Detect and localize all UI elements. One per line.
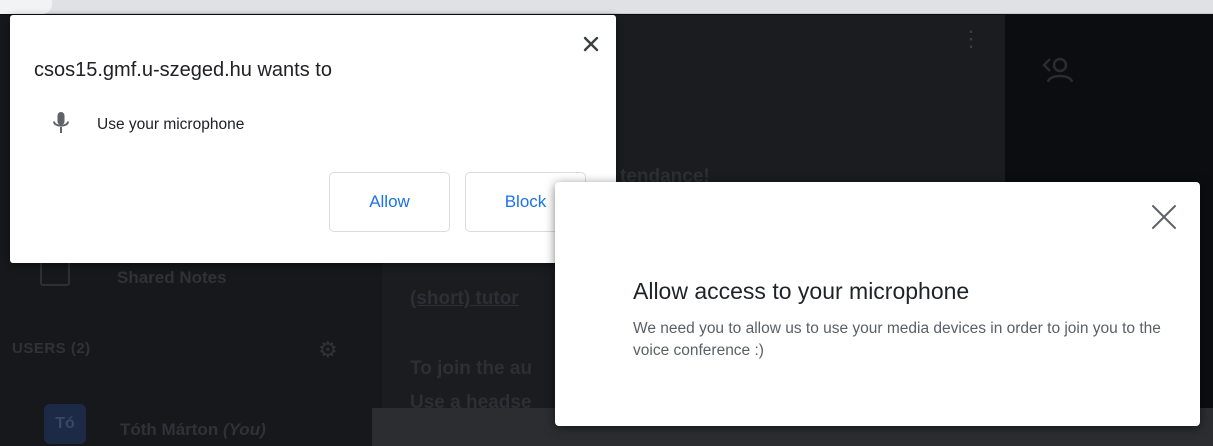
microphone-icon: [53, 112, 69, 133]
shared-notes-label[interactable]: Shared Notes: [117, 268, 227, 288]
permission-prompt: csos15.gmf.u-szeged.hu wants to Use your…: [10, 15, 616, 263]
user-avatar[interactable]: Tó: [44, 404, 86, 444]
microphone-access-modal: Allow access to your microphone We need …: [555, 182, 1200, 426]
welcome-message-fragment-3: To join the au: [410, 358, 533, 379]
close-icon[interactable]: [1149, 202, 1179, 232]
permission-origin-text: csos15.gmf.u-szeged.hu wants to: [34, 59, 332, 81]
modal-title: Allow access to your microphone: [633, 278, 970, 304]
welcome-message-fragment-2: (short) tutor: [410, 288, 519, 310]
more-options-icon[interactable]: ⋮: [960, 26, 982, 52]
user-you-suffix: (You): [222, 420, 266, 439]
users-heading: USERS (2): [12, 340, 91, 357]
close-icon[interactable]: [578, 31, 604, 57]
tutorial-link[interactable]: (short) tutor: [410, 288, 519, 309]
user-list-toggle-icon[interactable]: [1040, 52, 1076, 88]
user-name-text: Tóth Márton: [120, 420, 219, 439]
modal-description: We need you to allow us to use your medi…: [633, 320, 1161, 359]
browser-tab-strip: [0, 0, 1213, 14]
browser-tab[interactable]: [0, 0, 52, 14]
users-settings-gear-icon[interactable]: ⚙: [318, 337, 338, 363]
allow-button[interactable]: Allow: [329, 172, 450, 232]
permission-request-text: Use your microphone: [97, 116, 245, 133]
user-list-item-name[interactable]: Tóth Márton (You): [120, 420, 266, 440]
